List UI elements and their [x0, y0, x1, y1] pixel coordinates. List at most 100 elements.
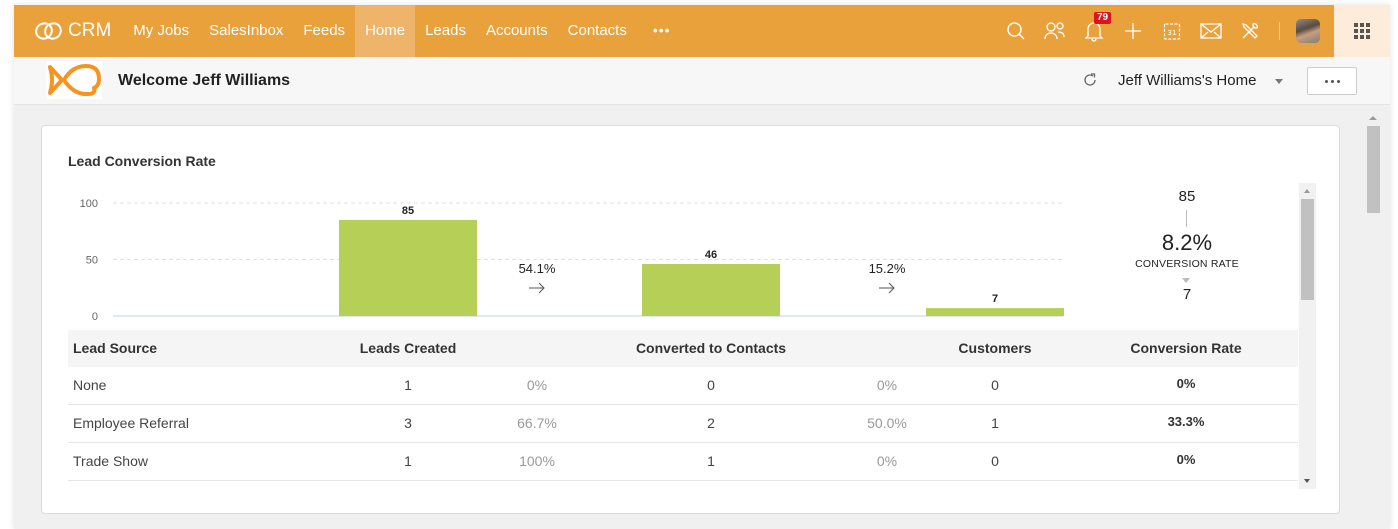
- crm-logo[interactable]: CRM: [14, 5, 123, 57]
- cell-customers: 0: [991, 443, 1003, 480]
- chart-grid: [113, 202, 1063, 317]
- bar-value-label: 46: [705, 249, 717, 261]
- svg-text:31: 31: [1167, 29, 1176, 37]
- apps-grid-icon: [1354, 23, 1370, 39]
- table-row: None 1 0% 0 0% 0 0%: [68, 367, 1298, 405]
- notifications-button[interactable]: 79: [1074, 5, 1113, 57]
- conversion-bar-chart: 0 50 100 85 46 7 54.1% 15.2%: [80, 198, 1064, 323]
- cell-text: 1: [404, 453, 412, 469]
- refresh-button[interactable]: [1082, 72, 1098, 93]
- cell-source: Trade Show: [73, 453, 148, 469]
- cell-customers: 1: [991, 405, 1003, 442]
- dot-icon: [1330, 79, 1334, 83]
- nav-my-jobs[interactable]: My Jobs: [123, 5, 199, 57]
- nav-home[interactable]: Home: [355, 5, 416, 57]
- nav-salesinbox[interactable]: SalesInbox: [199, 5, 293, 57]
- logo-text: CRM: [68, 20, 112, 41]
- cell-converted: 0: [707, 367, 719, 404]
- arrow-down-icon: [1182, 278, 1190, 283]
- cell-text: 1: [404, 377, 412, 393]
- header-text: Customers: [958, 340, 1032, 356]
- cell-text: 0%: [1176, 376, 1196, 391]
- cell-text: 1: [991, 415, 999, 431]
- bar-value-label: 85: [402, 205, 414, 217]
- cell-text: 0: [707, 377, 715, 393]
- mail-button[interactable]: [1191, 5, 1230, 57]
- cell-leads-pct: 66.7%: [517, 405, 577, 442]
- setup-tools-icon: [1241, 22, 1258, 39]
- conversion-summary: 85 8.2% CONVERSION RATE 7: [1112, 186, 1262, 316]
- y-tick-label: 50: [86, 255, 98, 267]
- cell-source: None: [73, 377, 107, 393]
- arrow-right-icon: [529, 282, 545, 294]
- page-scrollbar[interactable]: [1366, 109, 1382, 529]
- welcome-title: Welcome Jeff Williams: [118, 72, 291, 89]
- nav-contacts[interactable]: Contacts: [558, 5, 637, 57]
- cell-leads-pct: 0%: [527, 367, 557, 404]
- summary-top-value: 85: [1178, 188, 1196, 205]
- cell-text: 66.7%: [517, 415, 557, 431]
- dot-icon: [1336, 79, 1340, 83]
- more-options-button[interactable]: [1307, 67, 1357, 95]
- search-button[interactable]: [996, 5, 1035, 57]
- nav-divider: [1279, 22, 1280, 40]
- cell-text: 3: [404, 415, 412, 431]
- mail-icon: [1199, 23, 1222, 39]
- cell-text: 0%: [526, 377, 548, 393]
- bar-customers: [926, 308, 1064, 316]
- nav-accounts[interactable]: Accounts: [476, 5, 558, 57]
- home-view-select[interactable]: Jeff Williams's Home: [1118, 72, 1256, 89]
- cell-leads-pct: 100%: [519, 443, 573, 480]
- cell-text: 0%: [876, 377, 898, 393]
- summary-label: CONVERSION RATE: [1135, 258, 1239, 270]
- chevron-down-icon[interactable]: [1275, 79, 1283, 84]
- summary-connector: [1186, 210, 1187, 227]
- cell-text: 100%: [519, 453, 555, 469]
- table-row: Trade Show 1 100% 1 0% 0 0%: [68, 443, 1298, 481]
- cell-converted: 1: [707, 443, 719, 480]
- header-text: Conversion Rate: [1130, 340, 1242, 356]
- company-logo: [46, 61, 102, 99]
- header-converted: Converted to Contacts: [636, 330, 861, 367]
- contacts-icon: [1043, 22, 1065, 40]
- home-header: Welcome Jeff Williams Jeff Williams's Ho…: [14, 57, 1390, 105]
- scrollbar-thumb[interactable]: [1367, 126, 1380, 213]
- arrow-right-icon: [879, 282, 895, 294]
- cell-text: 0%: [1176, 452, 1196, 467]
- cell-text: 2: [707, 415, 715, 431]
- cell-rate: 33.3%: [1168, 405, 1223, 439]
- cell-rate: 0%: [1177, 443, 1205, 477]
- scroll-up-icon[interactable]: [1369, 116, 1377, 120]
- nav-more-button[interactable]: •••: [637, 5, 687, 57]
- scroll-down-icon[interactable]: [1304, 479, 1310, 483]
- create-button[interactable]: [1113, 5, 1152, 57]
- contacts-button[interactable]: [1035, 5, 1074, 57]
- table-header: Lead Source Leads Created Converted to C…: [68, 330, 1298, 367]
- scrollbar-thumb[interactable]: [1301, 199, 1314, 300]
- header-lead-source: Lead Source: [73, 340, 158, 356]
- setup-button[interactable]: [1230, 5, 1269, 57]
- card-scrollbar[interactable]: [1299, 183, 1316, 489]
- nav-leads[interactable]: Leads: [415, 5, 476, 57]
- apps-button[interactable]: [1334, 5, 1390, 57]
- header-customers: Customers: [958, 330, 1068, 367]
- crm-app: CRM My Jobs SalesInbox Feeds Home Leads …: [14, 5, 1390, 529]
- calendar-button[interactable]: 31: [1152, 5, 1191, 57]
- header-text: Converted to Contacts: [635, 340, 787, 356]
- scroll-up-icon[interactable]: [1304, 189, 1310, 193]
- cell-converted-pct: 50.0%: [867, 405, 927, 442]
- dot-icon: [1324, 79, 1328, 83]
- y-tick-label: 100: [80, 198, 98, 210]
- card-title: Lead Conversion Rate: [68, 153, 216, 169]
- stage-rate-label: 54.1%: [519, 261, 556, 276]
- cell-text: 50.0%: [867, 415, 907, 431]
- header-conversion-rate: Conversion Rate: [1130, 330, 1297, 367]
- table-row: Employee Referral 3 66.7% 2 50.0% 1 33.3…: [68, 405, 1298, 443]
- nav-feeds[interactable]: Feeds: [293, 5, 355, 57]
- user-avatar[interactable]: [1296, 19, 1320, 43]
- summary-rate: 8.2%: [1161, 230, 1213, 255]
- cell-text: 1: [707, 453, 715, 469]
- stage-rate-label: 15.2%: [869, 261, 906, 276]
- bar-converted-to-contacts: [642, 264, 780, 316]
- cell-customers: 0: [991, 367, 1003, 404]
